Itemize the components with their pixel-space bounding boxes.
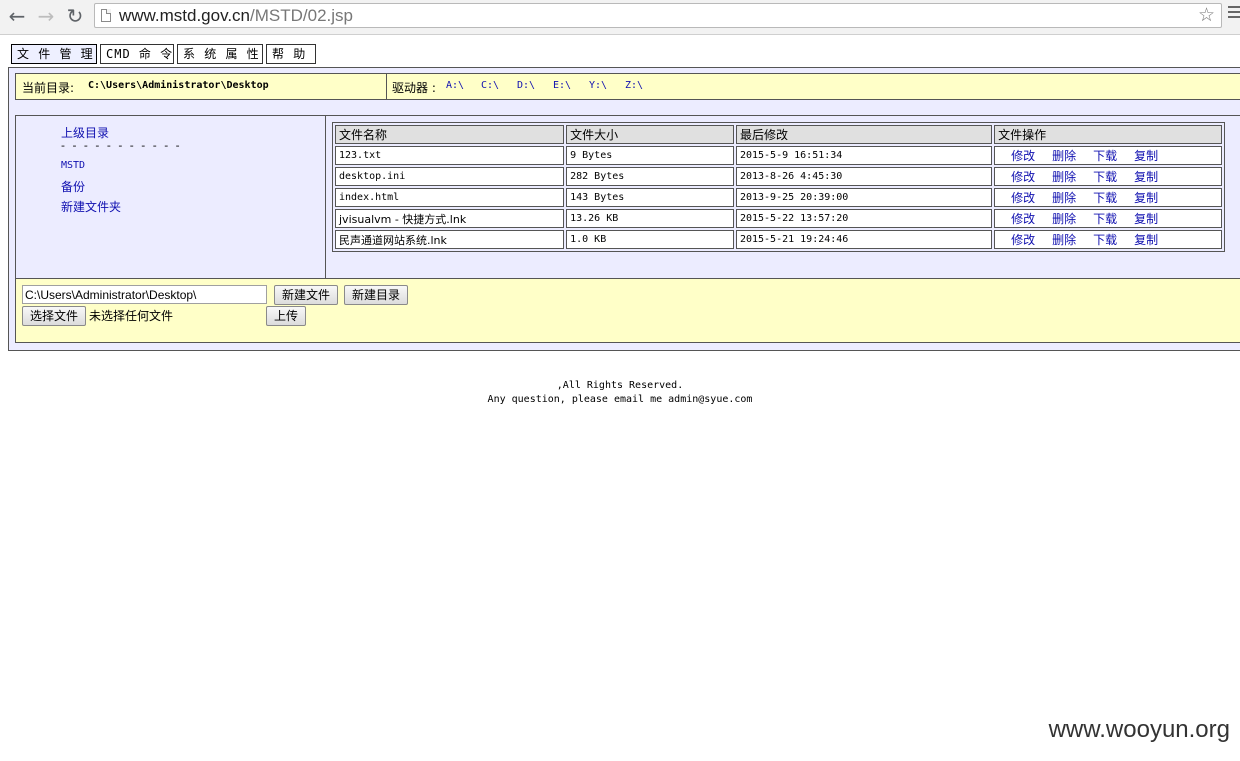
header-file-size: 文件大小 bbox=[566, 125, 734, 144]
file-name[interactable]: index.html bbox=[335, 188, 565, 207]
folder-link-mstd[interactable]: MSTD bbox=[61, 160, 85, 171]
file-modified: 2015-5-21 19:24:46 bbox=[735, 230, 993, 249]
file-name[interactable]: 民声通道网站系统.lnk bbox=[335, 230, 565, 249]
choose-file-button[interactable]: 选择文件 bbox=[22, 306, 86, 326]
delete-link[interactable]: 删除 bbox=[1052, 149, 1076, 163]
folder-link-backup[interactable]: 备份 bbox=[61, 178, 85, 195]
file-size: 1.0 KB bbox=[566, 230, 734, 249]
folder-sidebar: 上级目录 - - - - - - - - - - - MSTD 备份 新建文件夹 bbox=[16, 116, 326, 278]
download-link[interactable]: 下载 bbox=[1093, 233, 1117, 247]
delete-link[interactable]: 删除 bbox=[1052, 170, 1076, 184]
edit-link[interactable]: 修改 bbox=[1011, 233, 1035, 247]
directory-bar: 当前目录: C:\Users\Administrator\Desktop 驱动器… bbox=[15, 73, 1240, 100]
file-size: 13.26 KB bbox=[566, 209, 734, 228]
edit-link[interactable]: 修改 bbox=[1011, 170, 1035, 184]
file-name[interactable]: 123.txt bbox=[335, 146, 565, 165]
new-file-button[interactable]: 新建文件 bbox=[274, 285, 338, 305]
edit-link[interactable]: 修改 bbox=[1011, 149, 1035, 163]
edit-link[interactable]: 修改 bbox=[1011, 191, 1035, 205]
path-input[interactable] bbox=[22, 285, 267, 304]
table-row: jvisualvm - 快捷方式.lnk 13.26 KB 2015-5-22 … bbox=[335, 209, 1222, 228]
page-icon bbox=[101, 9, 111, 22]
separator: - - - - - - - - - - - bbox=[61, 139, 182, 152]
download-link[interactable]: 下载 bbox=[1093, 149, 1117, 163]
table-row: 民声通道网站系统.lnk 1.0 KB 2015-5-21 19:24:46 修… bbox=[335, 230, 1222, 249]
file-modified: 2013-9-25 20:39:00 bbox=[735, 188, 993, 207]
forward-arrow-icon[interactable]: → bbox=[34, 4, 58, 28]
file-size: 282 Bytes bbox=[566, 167, 734, 186]
file-modified: 2013-8-26 4:45:30 bbox=[735, 167, 993, 186]
download-link[interactable]: 下载 bbox=[1093, 191, 1117, 205]
bookmark-star-icon[interactable]: ☆ bbox=[1198, 4, 1215, 26]
no-file-chosen-text: 未选择任何文件 bbox=[89, 309, 174, 323]
header-file-name: 文件名称 bbox=[335, 125, 565, 144]
header-operations: 文件操作 bbox=[994, 125, 1222, 144]
copy-link[interactable]: 复制 bbox=[1134, 149, 1158, 163]
file-name[interactable]: desktop.ini bbox=[335, 167, 565, 186]
tab-system-properties[interactable]: 系 统 属 性 bbox=[177, 44, 263, 64]
chrome-menu-icon[interactable] bbox=[1228, 6, 1240, 21]
browser-toolbar: ← → ↻ www.mstd.gov.cn/MSTD/02.jsp ☆ bbox=[0, 0, 1240, 35]
file-table: 文件名称 文件大小 最后修改 文件操作 123.txt 9 Bytes 2015… bbox=[332, 122, 1225, 252]
file-manager-panel: 当前目录: C:\Users\Administrator\Desktop 驱动器… bbox=[8, 67, 1240, 351]
file-modified: 2015-5-22 13:57:20 bbox=[735, 209, 993, 228]
footer-copyright: ,All Rights Reserved. bbox=[556, 380, 684, 391]
file-name[interactable]: jvisualvm - 快捷方式.lnk bbox=[335, 209, 565, 228]
delete-link[interactable]: 删除 bbox=[1052, 212, 1076, 226]
address-bar[interactable]: www.mstd.gov.cn/MSTD/02.jsp ☆ bbox=[94, 3, 1222, 28]
drive-link-y[interactable]: Y:\ bbox=[589, 80, 607, 91]
header-last-modified: 最后修改 bbox=[735, 125, 993, 144]
file-size: 9 Bytes bbox=[566, 146, 734, 165]
drive-link-d[interactable]: D:\ bbox=[517, 80, 535, 91]
delete-link[interactable]: 删除 bbox=[1052, 191, 1076, 205]
delete-link[interactable]: 删除 bbox=[1052, 233, 1076, 247]
current-dir-path: C:\Users\Administrator\Desktop bbox=[88, 80, 269, 91]
file-operations: 修改 删除 下载 复制 bbox=[994, 188, 1222, 207]
table-header-row: 文件名称 文件大小 最后修改 文件操作 bbox=[335, 125, 1222, 144]
copy-link[interactable]: 复制 bbox=[1134, 170, 1158, 184]
url-text[interactable]: www.mstd.gov.cn/MSTD/02.jsp bbox=[119, 6, 353, 26]
upload-button[interactable]: 上传 bbox=[266, 306, 306, 326]
reload-icon[interactable]: ↻ bbox=[63, 4, 87, 28]
url-host: www.mstd.gov.cn bbox=[119, 6, 251, 25]
drive-link-z[interactable]: Z:\ bbox=[625, 80, 643, 91]
content-area: 上级目录 - - - - - - - - - - - MSTD 备份 新建文件夹… bbox=[15, 115, 1240, 279]
current-dir-label: 当前目录: bbox=[22, 81, 75, 95]
url-path: /MSTD/02.jsp bbox=[250, 6, 353, 25]
new-dir-button[interactable]: 新建目录 bbox=[344, 285, 408, 305]
tab-help[interactable]: 帮 助 bbox=[266, 44, 316, 64]
file-size: 143 Bytes bbox=[566, 188, 734, 207]
drive-link-a[interactable]: A:\ bbox=[446, 80, 464, 91]
file-modified: 2015-5-9 16:51:34 bbox=[735, 146, 993, 165]
file-operations: 修改 删除 下载 复制 bbox=[994, 209, 1222, 228]
drives-label: 驱动器 : bbox=[392, 81, 436, 95]
file-operations: 修改 删除 下载 复制 bbox=[994, 146, 1222, 165]
back-arrow-icon[interactable]: ← bbox=[5, 4, 29, 28]
action-bar: 新建文件 新建目录 选择文件 未选择任何文件 上传 bbox=[15, 279, 1240, 343]
drive-link-e[interactable]: E:\ bbox=[553, 80, 571, 91]
copy-link[interactable]: 复制 bbox=[1134, 191, 1158, 205]
tab-file-manager[interactable]: 文 件 管 理 bbox=[11, 44, 97, 64]
file-operations: 修改 删除 下载 复制 bbox=[994, 230, 1222, 249]
folder-link-new-folder[interactable]: 新建文件夹 bbox=[61, 198, 121, 215]
footer-contact: Any question, please email me admin@syue… bbox=[487, 394, 753, 405]
table-row: 123.txt 9 Bytes 2015-5-9 16:51:34 修改 删除 下载… bbox=[335, 146, 1222, 165]
download-link[interactable]: 下载 bbox=[1093, 170, 1117, 184]
file-operations: 修改 删除 下载 复制 bbox=[994, 167, 1222, 186]
table-row: desktop.ini 282 Bytes 2013-8-26 4:45:30 … bbox=[335, 167, 1222, 186]
copy-link[interactable]: 复制 bbox=[1134, 212, 1158, 226]
download-link[interactable]: 下载 bbox=[1093, 212, 1117, 226]
watermark: www.wooyun.org bbox=[1048, 716, 1230, 743]
tab-cmd[interactable]: CMD 命 令 bbox=[100, 44, 174, 64]
drive-link-c[interactable]: C:\ bbox=[481, 80, 499, 91]
table-row: index.html 143 Bytes 2013-9-25 20:39:00 … bbox=[335, 188, 1222, 207]
edit-link[interactable]: 修改 bbox=[1011, 212, 1035, 226]
copy-link[interactable]: 复制 bbox=[1134, 233, 1158, 247]
